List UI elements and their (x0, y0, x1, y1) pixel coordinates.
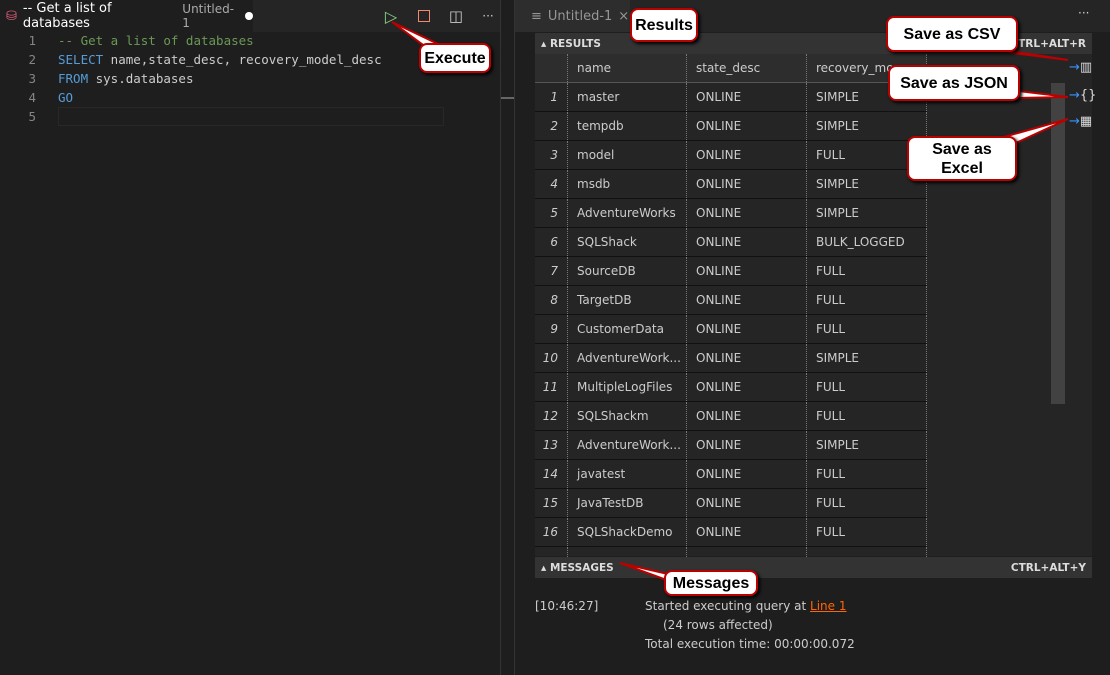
callout-save-csv: Save as CSV (886, 16, 1018, 52)
callout-pointers (391, 21, 1069, 584)
callout-results: Results (630, 8, 698, 42)
callout-save-excel: Save as Excel (907, 136, 1017, 181)
callout-save-json: Save as JSON (888, 65, 1020, 101)
callout-execute: Execute (419, 43, 491, 73)
callout-messages: Messages (664, 570, 758, 596)
